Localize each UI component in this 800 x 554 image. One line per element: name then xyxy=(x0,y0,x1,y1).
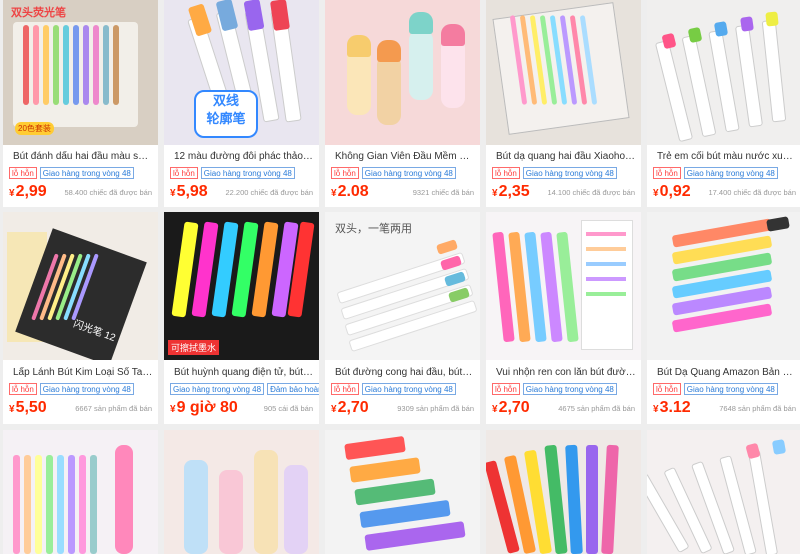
product-title[interactable]: Bút Dạ Quang Amazon Bản Ch... xyxy=(657,367,797,378)
product-image[interactable] xyxy=(325,0,480,145)
product-card[interactable]: Không Gian Viên Đầu Mềm Ca... lỗ hỗn Giao… xyxy=(325,0,480,207)
product-image[interactable] xyxy=(3,430,158,554)
product-title[interactable]: Trẻ em cối bút màu nước xuyê... xyxy=(657,151,797,162)
product-card[interactable] xyxy=(325,430,480,554)
tag: Giao hàng trong vòng 48 xyxy=(39,383,134,395)
tag: Giao hàng trong vòng 48 xyxy=(522,383,617,395)
product-card[interactable] xyxy=(164,430,319,554)
product-card[interactable]: 闪光笔 12 Lấp Lánh Bút Kim Loại Sổ Tay ... … xyxy=(3,212,158,424)
tag: Đảm bảo hoàn xyxy=(267,383,319,395)
product-image[interactable]: 闪光笔 12 xyxy=(3,212,158,360)
product-image[interactable] xyxy=(486,430,641,554)
product-title[interactable]: Lấp Lánh Bút Kim Loại Sổ Tay ... xyxy=(13,367,153,378)
product-image[interactable] xyxy=(647,430,800,554)
product-card[interactable]: Vui nhộn ren con lăn bút đườn... lỗ hỗn G… xyxy=(486,212,641,424)
product-title[interactable]: 12 màu đường đôi phác thảo b... xyxy=(174,151,314,162)
price: ¥2,35 xyxy=(492,183,530,200)
tag: lỗ hỗn xyxy=(9,383,37,395)
sold-count: 9309 sản phẩm đã bán xyxy=(397,404,474,413)
tag: Giao hàng trong vòng 48 xyxy=(522,167,617,179)
price: ¥9 giờ 80 xyxy=(170,399,238,416)
sold-count: 7648 sản phẩm đã bán xyxy=(719,404,796,413)
product-card[interactable]: 双头，一笔两用 Bút đường cong hai đầu, bút r...… xyxy=(325,212,480,424)
image-caption: 双头，一笔两用 xyxy=(335,223,412,235)
product-image[interactable]: 双头，一笔两用 xyxy=(325,212,480,360)
product-title[interactable]: Vui nhộn ren con lăn bút đườn... xyxy=(496,367,636,378)
sold-count: 905 cái đã bán xyxy=(263,404,313,413)
price: ¥0,92 xyxy=(653,183,691,200)
tag: lỗ hỗn xyxy=(653,167,681,179)
product-image[interactable] xyxy=(325,430,480,554)
product-title[interactable]: Bút đánh dấu hai đầu màu sắc... xyxy=(13,151,153,162)
product-image[interactable] xyxy=(164,430,319,554)
tag: Giao hàng trong vòng 48 xyxy=(683,383,778,395)
product-title[interactable]: Bút đường cong hai đầu, bút r... xyxy=(335,367,475,378)
tag: lỗ hỗn xyxy=(331,167,359,179)
tag: Giao hàng trong vòng 48 xyxy=(200,167,295,179)
tag: lỗ hỗn xyxy=(331,383,359,395)
tag: lỗ hỗn xyxy=(9,167,37,179)
product-image[interactable] xyxy=(647,0,800,145)
product-card[interactable]: Bút Dạ Quang Amazon Bản Ch... lỗ hỗn Giao… xyxy=(647,212,800,424)
price: ¥3.12 xyxy=(653,399,691,416)
product-image[interactable] xyxy=(486,212,641,360)
tag: lỗ hỗn xyxy=(492,383,520,395)
product-card[interactable] xyxy=(486,430,641,554)
sold-count: 22.200 chiếc đã được bán xyxy=(225,188,314,197)
product-title[interactable]: Không Gian Viên Đầu Mềm Ca... xyxy=(335,151,475,162)
sold-count: 6667 sản phẩm đã bán xyxy=(75,404,152,413)
product-title[interactable]: Bút huỳnh quang điện tử, bút ... xyxy=(174,367,314,378)
product-grid: 双头荧光笔 20色套装 Bút đánh dấu hai đầu màu sắc… xyxy=(0,0,800,554)
tag: Giao hàng trong vòng 48 xyxy=(39,167,134,179)
product-card[interactable]: 双头荧光笔 20色套装 Bút đánh dấu hai đầu màu sắc… xyxy=(3,0,158,207)
price: ¥5,50 xyxy=(9,399,47,416)
tag: Giao hàng trong vòng 48 xyxy=(683,167,778,179)
tag: lỗ hỗn xyxy=(170,167,198,179)
product-card[interactable] xyxy=(647,430,800,554)
image-caption: 双线 轮廓笔 xyxy=(194,90,258,138)
price: ¥2,70 xyxy=(331,399,369,416)
price: ¥2,70 xyxy=(492,399,530,416)
product-title[interactable]: Bút dạ quang hai đầu Xiaohon... xyxy=(496,151,636,162)
product-image[interactable] xyxy=(486,0,641,145)
tag: Giao hàng trong vòng 48 xyxy=(361,167,456,179)
product-image[interactable]: 双线 轮廓笔 xyxy=(164,0,319,145)
image-caption: 可擦拭墨水 xyxy=(168,340,220,355)
image-caption: 双头荧光笔 xyxy=(11,7,66,19)
tag: lỗ hỗn xyxy=(492,167,520,179)
product-card[interactable]: Trẻ em cối bút màu nước xuyê... lỗ hỗn Gi… xyxy=(647,0,800,207)
tag: Giao hàng trong vòng 48 xyxy=(170,383,265,395)
price: ¥2.08 xyxy=(331,183,369,200)
product-card[interactable] xyxy=(3,430,158,554)
sold-count: 9321 chiếc đã bán xyxy=(412,188,474,197)
tag: Giao hàng trong vòng 48 xyxy=(361,383,456,395)
product-card[interactable]: 可擦拭墨水 Bút huỳnh quang điện tử, bút ... G… xyxy=(164,212,319,424)
price: ¥2,99 xyxy=(9,183,47,200)
product-card[interactable]: Bút dạ quang hai đầu Xiaohon... lỗ hỗn Gi… xyxy=(486,0,641,207)
sold-count: 4675 sản phẩm đã bán xyxy=(558,404,635,413)
sold-count: 58.400 chiếc đã được bán xyxy=(64,188,153,197)
sold-count: 14.100 chiếc đã được bán xyxy=(547,188,636,197)
product-image[interactable] xyxy=(647,212,800,360)
price: ¥5,98 xyxy=(170,183,208,200)
product-image[interactable]: 双头荧光笔 20色套装 xyxy=(3,0,158,145)
product-image[interactable]: 可擦拭墨水 xyxy=(164,212,319,360)
tag: lỗ hỗn xyxy=(653,383,681,395)
product-card[interactable]: 双线 轮廓笔 12 màu đường đôi phác thảo b... l… xyxy=(164,0,319,207)
image-badge: 20色套装 xyxy=(15,122,54,135)
sold-count: 17.400 chiếc đã được bán xyxy=(708,188,797,197)
